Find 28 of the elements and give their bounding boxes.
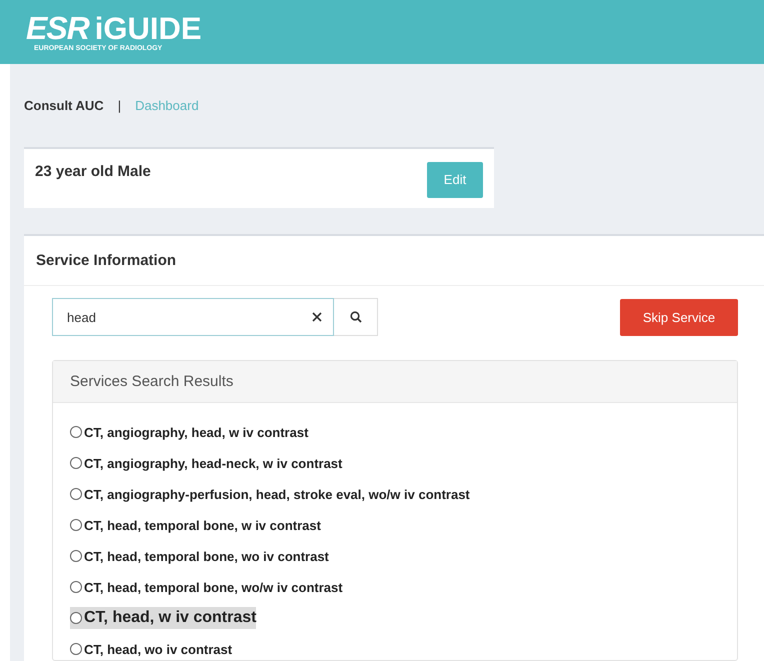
radio-button[interactable] [70,643,82,655]
service-option[interactable]: CT, head, temporal bone, w iv contrast [70,514,321,536]
radio-button[interactable] [70,426,82,438]
clear-icon[interactable] [312,312,322,322]
radio-button[interactable] [70,550,82,562]
service-option[interactable]: CT, angiography, head-neck, w iv contrast [70,452,342,474]
search-icon [350,311,362,323]
logo-name: iGUIDE [94,13,202,44]
panel-title: Service Information [24,236,764,286]
service-option[interactable]: CT, head, temporal bone, wo/w iv contrast [70,576,343,598]
breadcrumb-link[interactable]: Consult AUC [24,98,104,113]
radio-button[interactable] [70,612,82,624]
results-title: Services Search Results [53,361,737,403]
service-option[interactable]: CT, head, wo iv contrast [70,638,232,660]
logo-mark: ESR [26,12,89,44]
radio-button[interactable] [70,488,82,500]
search-button[interactable] [334,298,378,336]
service-option[interactable]: CT, head, temporal bone, wo iv contrast [70,545,329,567]
search-field[interactable]: head [52,298,334,336]
patient-summary: 23 year old Male [35,162,151,182]
radio-button[interactable] [70,457,82,469]
skip-service-button[interactable]: Skip Service [620,298,738,336]
service-option[interactable]: CT, head, w iv contrast [70,607,256,629]
service-option[interactable]: CT, angiography-perfusion, head, stroke eval, wo/w iv contrast [70,483,470,505]
service-option[interactable]: CT, angiography, head, w iv contrast [70,421,308,443]
breadcrumb-separator: | [118,98,122,113]
radio-button[interactable] [70,581,82,593]
radio-button[interactable] [70,519,82,531]
